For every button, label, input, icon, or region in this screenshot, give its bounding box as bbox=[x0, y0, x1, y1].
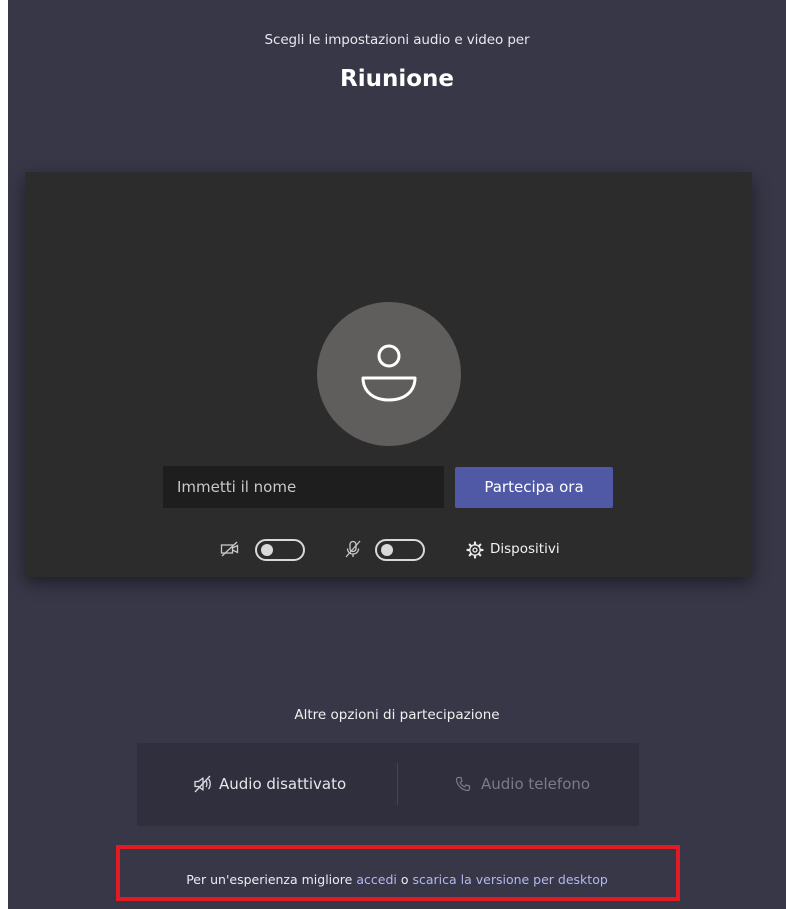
phone-icon bbox=[455, 776, 471, 792]
video-preview-panel: Partecipa ora bbox=[25, 172, 752, 577]
join-now-button[interactable]: Partecipa ora bbox=[455, 467, 613, 508]
desktop-suggestion-text: Per un'esperienza migliore accedi o scar… bbox=[8, 872, 786, 887]
name-input[interactable] bbox=[163, 466, 444, 508]
camera-toggle[interactable] bbox=[255, 539, 305, 561]
sign-in-link[interactable]: accedi bbox=[356, 872, 397, 887]
gear-icon[interactable] bbox=[466, 541, 484, 559]
phone-audio-button[interactable]: Audio telefono bbox=[398, 743, 639, 826]
footer-prefix: Per un'esperienza migliore bbox=[186, 872, 357, 887]
download-desktop-link[interactable]: scarica la versione per desktop bbox=[412, 872, 607, 887]
other-join-options-heading: Altre opzioni di partecipazione bbox=[294, 707, 500, 723]
mic-off-icon bbox=[344, 540, 362, 558]
toggle-knob bbox=[261, 544, 273, 556]
join-options-box: Audio disattivato Audio telefono bbox=[137, 743, 639, 826]
audio-off-label: Audio disattivato bbox=[219, 775, 347, 793]
devices-button[interactable]: Dispositivi bbox=[490, 541, 560, 557]
mic-toggle[interactable] bbox=[375, 539, 425, 561]
person-avatar-icon bbox=[317, 302, 461, 446]
speaker-off-icon bbox=[193, 775, 213, 793]
phone-audio-label: Audio telefono bbox=[481, 775, 591, 793]
footer-middle: o bbox=[396, 872, 413, 887]
camera-off-icon bbox=[220, 541, 240, 557]
meeting-title: Riunione bbox=[339, 66, 454, 92]
toggle-knob bbox=[381, 544, 393, 556]
audio-off-button[interactable]: Audio disattivato bbox=[137, 743, 397, 826]
page-subtitle: Scegli le impostazioni audio e video per bbox=[264, 32, 530, 48]
meeting-prejoin-screen: Scegli le impostazioni audio e video per… bbox=[8, 0, 786, 909]
